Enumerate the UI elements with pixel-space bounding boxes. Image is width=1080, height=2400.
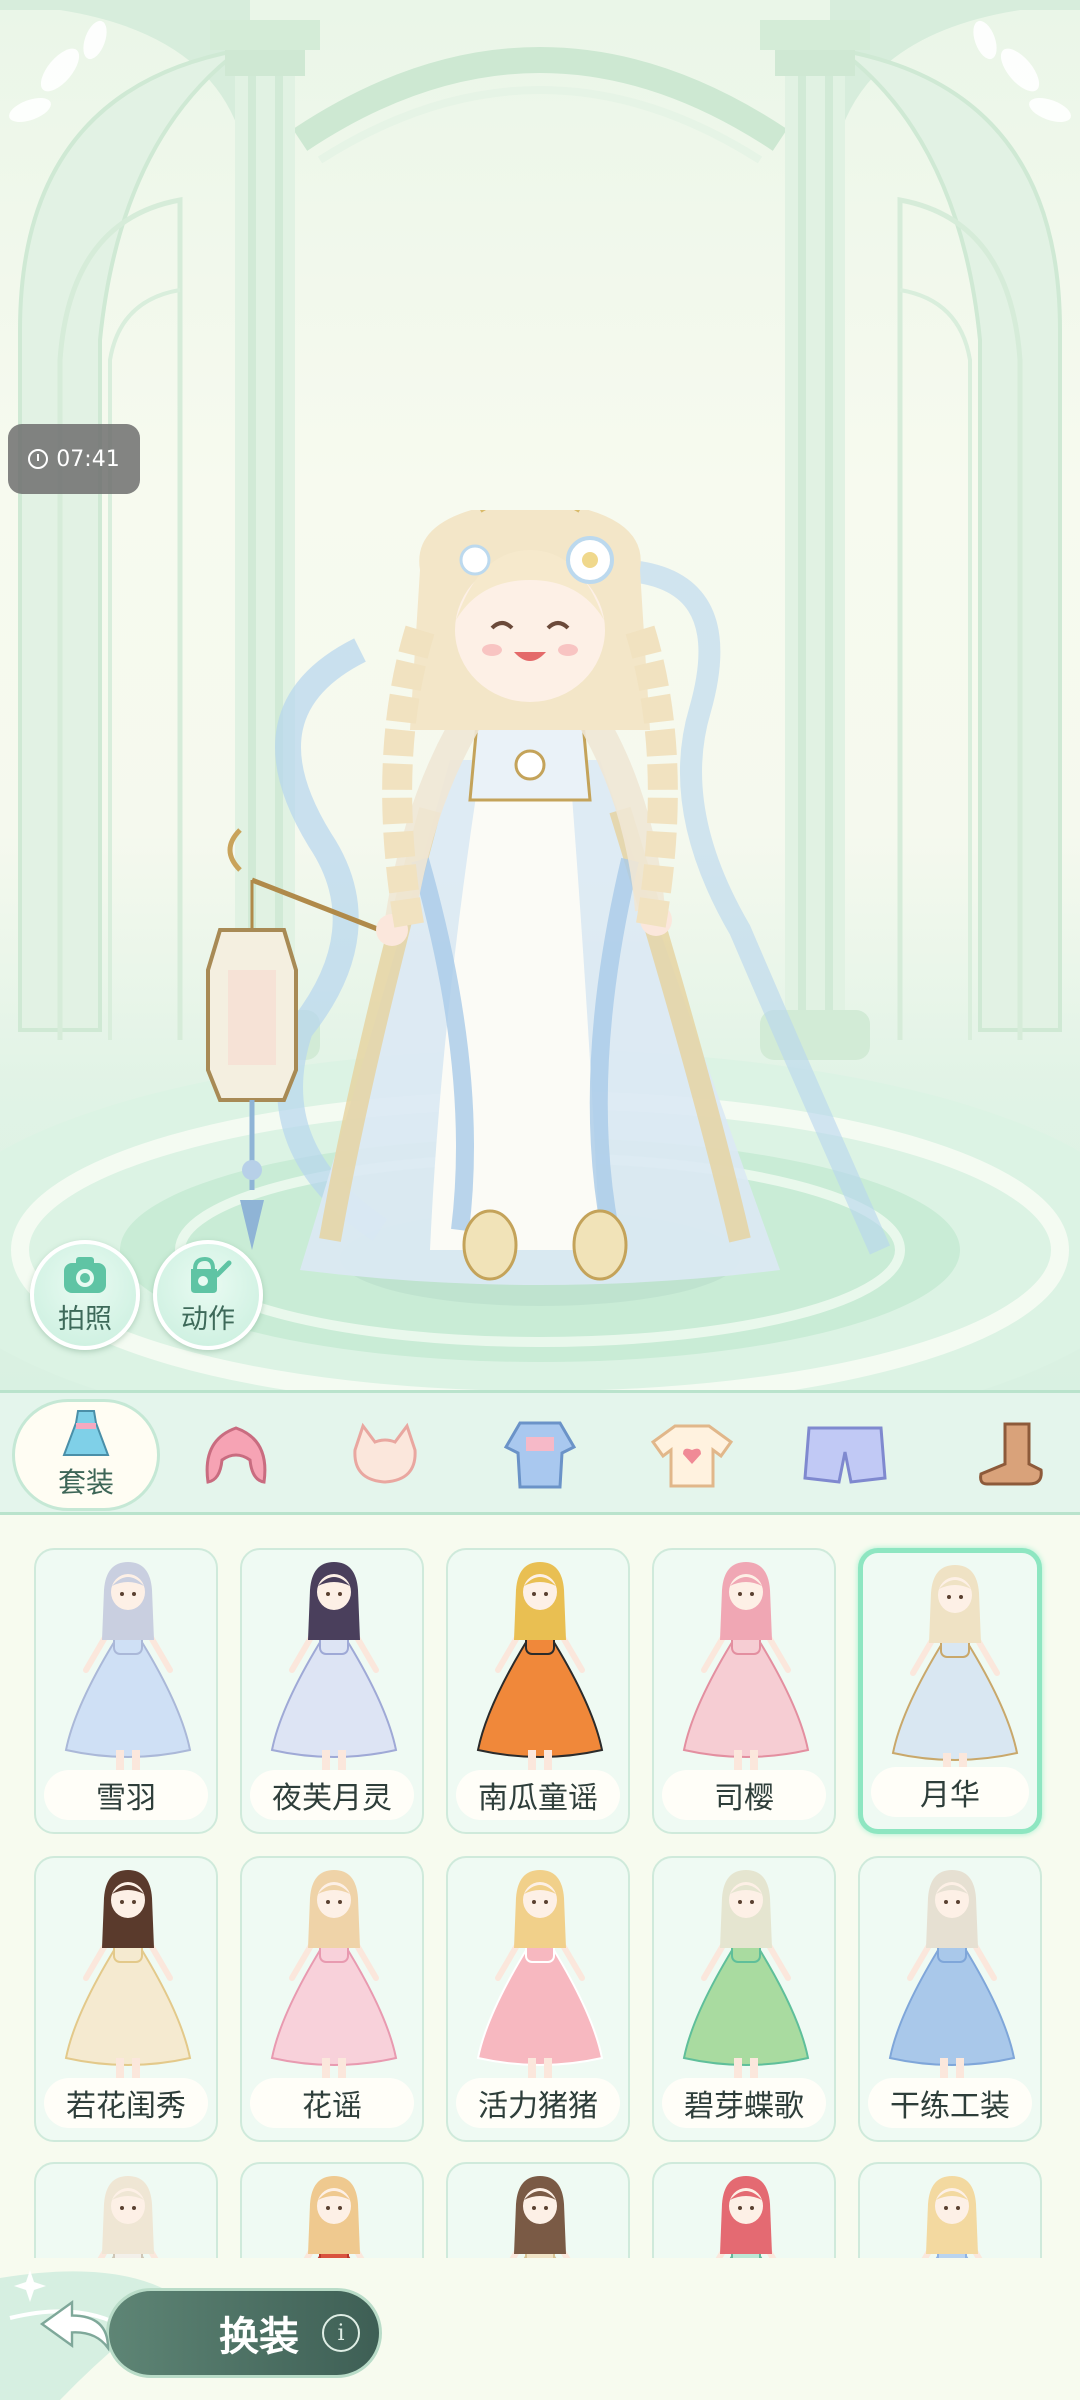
dress-icon (62, 1410, 110, 1456)
character-stage: 07:41 拍照 动作 (0, 0, 1080, 1390)
motion-button[interactable]: 动作 (153, 1240, 263, 1350)
outfit-grid: 雪羽 夜芙月灵 南瓜童谣 司樱 月华若花闺秀 花谣 活力猪猪 碧芽蝶歌 干练工装 (0, 1518, 1080, 2258)
outfit-card[interactable]: 若花闺秀 (34, 1856, 218, 2142)
boots-icon (979, 1422, 1043, 1486)
outfit-card[interactable]: 夜芙月灵 (240, 1548, 424, 1834)
outfit-name: 碧芽蝶歌 (662, 2078, 826, 2128)
photo-button[interactable]: 拍照 (30, 1240, 140, 1350)
outfit-name: 月华 (871, 1767, 1029, 1817)
outfit-card[interactable] (858, 2162, 1042, 2258)
outfit-name: 干练工装 (868, 2078, 1032, 2128)
tab-dress[interactable] (490, 1405, 590, 1505)
outfit-card[interactable]: 雪羽 (34, 1548, 218, 1834)
tab-hair[interactable] (186, 1405, 286, 1505)
shorts-icon (803, 1426, 887, 1484)
dress-top-icon (503, 1421, 577, 1489)
tab-tops[interactable] (642, 1405, 742, 1505)
outfit-name: 夜芙月灵 (250, 1770, 414, 1820)
tab-outfit-set[interactable]: 套装 (12, 1399, 160, 1511)
hair-icon (205, 1426, 267, 1484)
outfit-name: 雪羽 (44, 1770, 208, 1820)
outfit-card[interactable]: 花谣 (240, 1856, 424, 2142)
outfit-name: 南瓜童谣 (456, 1770, 620, 1820)
motion-label: 动作 (181, 1303, 235, 1335)
camera-icon (64, 1256, 106, 1293)
outfit-card[interactable]: 月华 (858, 1548, 1042, 1834)
outfit-card[interactable]: 干练工装 (858, 1856, 1042, 2142)
outfit-card[interactable] (446, 2162, 630, 2258)
tab-outfit-set-label: 套装 (57, 1466, 114, 1499)
info-icon[interactable]: i (322, 2314, 360, 2352)
outfit-thumbnail (921, 2176, 983, 2258)
outfit-thumbnail (509, 2176, 571, 2258)
outfit-card[interactable]: 碧芽蝶歌 (652, 1856, 836, 2142)
tshirt-icon (650, 1424, 734, 1488)
outfit-card[interactable]: 南瓜童谣 (446, 1548, 630, 1834)
tab-bottoms[interactable] (795, 1405, 895, 1505)
tab-shoes[interactable] (960, 1405, 1060, 1505)
outfit-card[interactable] (34, 2162, 218, 2258)
outfit-thumbnail (303, 2176, 365, 2258)
outfit-thumbnail (715, 2176, 777, 2258)
watering-can-icon (191, 1256, 232, 1293)
outfit-name: 若花闺秀 (44, 2078, 208, 2128)
outfit-name: 花谣 (250, 2078, 414, 2128)
headwear-icon (353, 1422, 417, 1484)
photo-label: 拍照 (58, 1303, 112, 1335)
outfit-name: 司樱 (662, 1770, 826, 1820)
tab-headwear[interactable] (335, 1405, 435, 1505)
timer-text: 07:41 (56, 446, 120, 472)
outfit-name: 活力猪猪 (456, 2078, 620, 2128)
timer-badge: 07:41 (8, 424, 140, 494)
back-arrow-icon[interactable] (30, 2282, 120, 2372)
outfit-card[interactable] (652, 2162, 836, 2258)
clock-icon (28, 449, 49, 469)
dress-up-screen: 07:41 拍照 动作 套装 雪羽 夜芙月灵 南瓜童谣 司樱 月华 若花闺秀 花… (0, 0, 1080, 2400)
outfit-card[interactable] (240, 2162, 424, 2258)
category-tabs: 套装 (0, 1390, 1080, 1515)
change-outfit-label: 换装 (219, 2314, 299, 2360)
outfit-thumbnail (97, 2176, 159, 2258)
outfit-card[interactable]: 司樱 (652, 1548, 836, 1834)
outfit-card[interactable]: 活力猪猪 (446, 1856, 630, 2142)
character-figure (206, 510, 891, 1285)
